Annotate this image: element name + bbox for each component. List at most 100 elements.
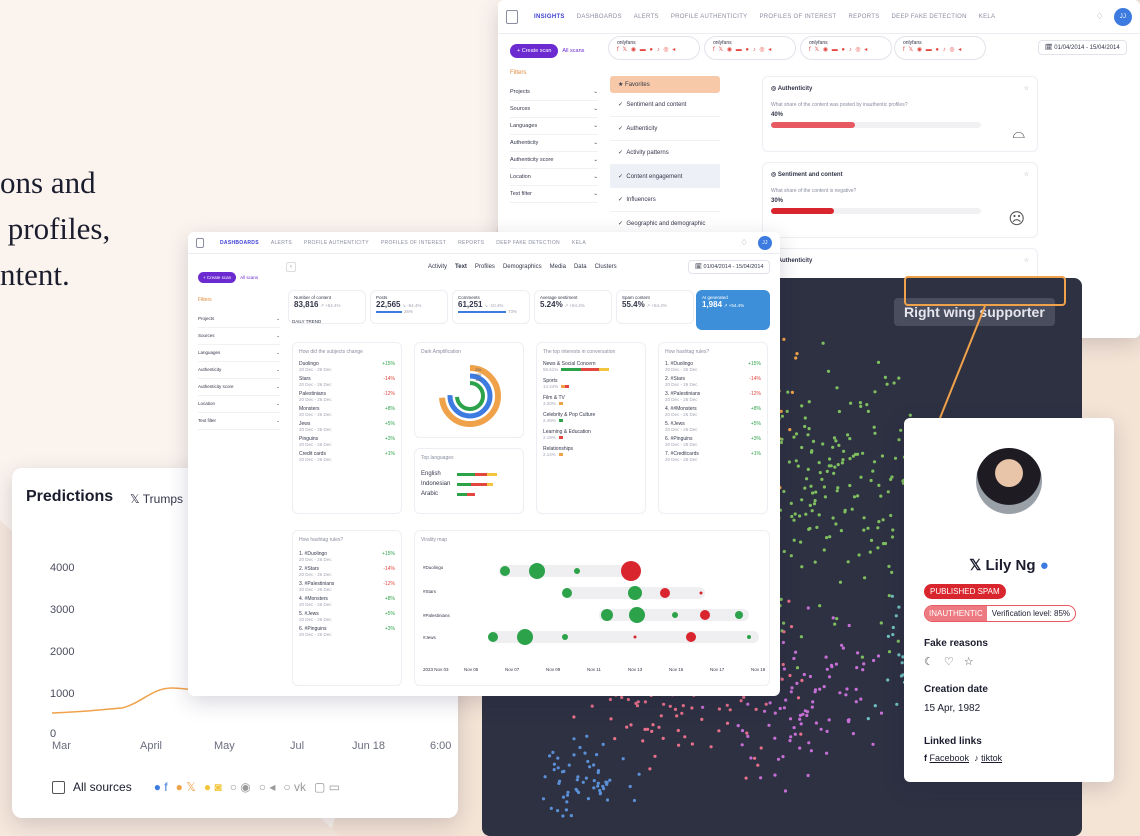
virality-x-tick: 2023 Nov 03 (423, 667, 449, 672)
list-item[interactable]: 2. #Stars 20 Dec - 26 Dec -14% (299, 566, 395, 577)
tab-text[interactable]: Text (455, 264, 467, 270)
list-item[interactable]: Jews 20 Dec - 26 Dec +5% (299, 421, 395, 432)
list-item-delta: +3% (384, 436, 395, 442)
list-item[interactable]: 1. #Duolingo 20 Dec - 26 Dec +15% (665, 361, 761, 372)
virality-x-tick: Nov 09 (546, 667, 561, 672)
list-item-name: 5. #Jews 20 Dec - 26 Dec (299, 611, 332, 622)
nav-deep-fake-detection[interactable]: DEEP FAKE DETECTION (496, 240, 560, 246)
interest-item[interactable]: Film & TV 3.20% (543, 395, 639, 406)
list-item-delta: +3% (750, 436, 761, 442)
stat-average-sentiment[interactable]: Average sentiment 5.24% ↗ +54.4% (534, 290, 612, 324)
collapse-sidebar-button[interactable]: ‹ (286, 262, 296, 272)
list-item[interactable]: 3. #Palestinians 20 Dec - 26 Dec -12% (299, 581, 395, 592)
nav-profiles-of-interest[interactable]: PROFILES OF INTEREST (381, 240, 446, 246)
list-item-delta: -12% (383, 391, 395, 397)
interest-item[interactable]: News & Social Concern 58.61% (543, 361, 639, 372)
list-item[interactable]: 6. #Pinguins 20 Dec - 26 Dec +3% (665, 436, 761, 447)
list-item[interactable]: 6. #Pinguins 20 Dec - 26 Dec +3% (299, 626, 395, 637)
facebook-link[interactable]: Facebook (930, 753, 970, 763)
virality-row-label: #Jews (423, 635, 436, 640)
reddit-toggle[interactable]: ○ ◉ (230, 780, 251, 794)
nav-kela[interactable]: KELA (572, 240, 586, 246)
tab-media[interactable]: Media (550, 264, 566, 270)
tiktok-link[interactable]: tiktok (981, 753, 1002, 763)
tab-profiles[interactable]: Profiles (475, 264, 495, 270)
list-item-delta: -12% (383, 581, 395, 587)
list-item-name: Palestinians 20 Dec - 26 Dec (299, 391, 332, 402)
stat-posts[interactable]: Posts 22,565 ↘ -54.4% 26% (370, 290, 448, 324)
filter-languages[interactable]: Languages ⌄ (198, 345, 280, 362)
nav-profile-authenticity[interactable]: PROFILE AUTHENTICITY (304, 240, 369, 246)
verification-badge: INAUTHENTIC Verification level: 85% (924, 605, 1077, 622)
list-item[interactable]: 2. #Stars 20 Dec - 26 Dec -14% (665, 376, 761, 387)
bell-icon[interactable]: ♢ (741, 238, 748, 247)
linked-links-title: Linked links (924, 736, 982, 747)
nav-dashboards[interactable]: DASHBOARDS (220, 240, 259, 246)
language-row: English (421, 471, 517, 477)
dashboard-panel: DASHBOARDS ALERTS PROFILE AUTHENTICITY P… (188, 232, 780, 696)
virality-x-axis: 2023 Nov 03 Nov 05 Nov 07 Nov 09 Nov 11 Nov 1… (423, 667, 767, 675)
dark-amplification-rings (439, 365, 501, 427)
fake-reasons-icons: ☾♡☆ (924, 656, 984, 668)
list-item[interactable]: 4. ##Monsters 20 Dec - 26 Dec +8% (665, 406, 761, 417)
filter-text[interactable]: Text filter ⌄ (198, 413, 280, 430)
interest-item[interactable]: Sports 14.24% (543, 378, 639, 389)
date-range-picker[interactable]: 🗓 01/04/2014 - 15/04/2014 (688, 260, 771, 274)
filter-sources[interactable]: Sources ⌄ (198, 328, 280, 345)
nav-alerts[interactable]: ALERTS (271, 240, 292, 246)
tab-data[interactable]: Data (574, 264, 587, 270)
telegram-toggle[interactable]: ○ ◂ (259, 780, 276, 794)
list-item[interactable]: 4. #Monsters 20 Dec - 26 Dec +8% (299, 596, 395, 607)
list-item[interactable]: Duolingo 20 Dec - 26 Dec +15% (299, 361, 395, 372)
stats-row: Number of content 83,816 ↗ +54.4% Posts … (288, 290, 772, 330)
list-item[interactable]: Monsters 20 Dec - 26 Dec +8% (299, 406, 395, 417)
virality-bubbles (488, 561, 759, 645)
list-item[interactable]: 5. #Jews 20 Dec - 26 Dec +5% (665, 421, 761, 432)
nav-reports[interactable]: REPORTS (458, 240, 484, 246)
create-scan-button[interactable]: + Create scan (198, 272, 237, 283)
media-toggle[interactable]: ▢ ▭ (314, 780, 340, 794)
interest-item[interactable]: Celebrity & Pop Culture 2.49% (543, 412, 639, 423)
language-row: Arabic (421, 491, 517, 497)
stat-comments[interactable]: Comments 61,251 ↘ -10.4% 73% (452, 290, 530, 324)
list-item-delta: +5% (750, 421, 761, 427)
tab-activity[interactable]: Activity (428, 264, 447, 270)
instagram-toggle[interactable]: ● ◙ (204, 780, 222, 794)
list-item-delta: +1% (750, 451, 761, 457)
interest-item[interactable]: Learning & Education 2.19% (543, 429, 639, 440)
creation-date-title: Creation date (924, 684, 988, 695)
list-item-name: 7. #Creditcards 20 Dec - 26 Dec (665, 451, 699, 462)
tab-demographics[interactable]: Demographics (503, 264, 542, 270)
list-item[interactable]: Pinguins 20 Dec - 26 Dec +3% (299, 436, 395, 447)
list-item[interactable]: Stars 20 Dec - 26 Dec -14% (299, 376, 395, 387)
dashboard-nav: DASHBOARDS ALERTS PROFILE AUTHENTICITY P… (188, 232, 780, 254)
user-avatar[interactable]: JJ (758, 235, 772, 250)
tab-clusters[interactable]: Clusters (595, 264, 617, 270)
x-toggle[interactable]: ● 𝕏 (176, 780, 196, 794)
filter-projects[interactable]: Projects ⌄ (198, 311, 280, 328)
all-sources-checkbox[interactable] (52, 780, 65, 794)
list-item-name: Credit cards 20 Dec - 26 Dec (299, 451, 332, 462)
list-item[interactable]: Palestinians 20 Dec - 26 Dec -12% (299, 391, 395, 402)
list-item[interactable]: 1. #Duolingo 20 Dec - 26 Dec +15% (299, 551, 395, 562)
platform-filter[interactable]: 𝕏 Trumps (130, 492, 183, 506)
all-scans-link[interactable]: All scans (240, 275, 258, 280)
filter-location[interactable]: Location ⌄ (198, 396, 280, 413)
facebook-toggle[interactable]: ● f (154, 780, 168, 794)
daily-trend-label: DAILY TREND (292, 319, 322, 324)
list-item-name: 1. #Duolingo 20 Dec - 26 Dec (299, 551, 332, 562)
list-item[interactable]: 7. #Creditcards 20 Dec - 26 Dec +1% (665, 451, 761, 462)
stat-ai-generated[interactable]: AI generated 1,984 ↗ +54.4% (696, 290, 770, 330)
stat-spam-content[interactable]: Spam content 55.4% ↗ +54.4% (616, 290, 694, 324)
filter-authenticity[interactable]: Authenticity ⌄ (198, 362, 280, 379)
virality-row-label: #Duolingo (423, 565, 444, 570)
list-item-delta: +5% (384, 611, 395, 617)
list-item-name: 3. #Palestinians 20 Dec - 26 Dec (299, 581, 335, 592)
list-item[interactable]: Credit cards 20 Dec - 26 Dec +1% (299, 451, 395, 462)
dark-amp-labels: 25k 18k 11k (475, 367, 482, 382)
list-item[interactable]: 5. #Jews 20 Dec - 26 Dec +5% (299, 611, 395, 622)
filter-authenticity-score[interactable]: Authenticity score ⌄ (198, 379, 280, 396)
list-item[interactable]: 3. #Palestinians 20 Dec - 26 Dec -12% (665, 391, 761, 402)
interest-item[interactable]: Relationships 2.14% (543, 446, 639, 457)
vk-toggle[interactable]: ○ vk (283, 780, 306, 794)
